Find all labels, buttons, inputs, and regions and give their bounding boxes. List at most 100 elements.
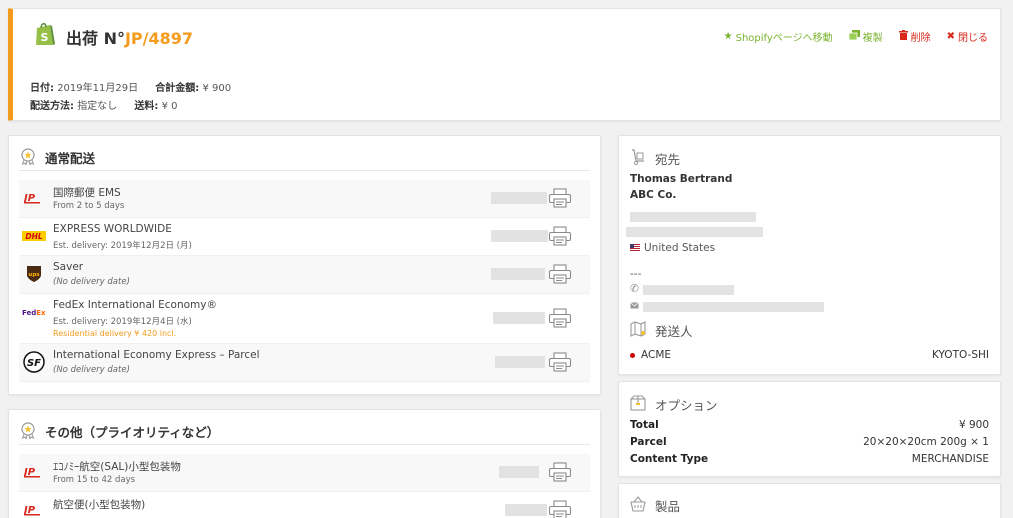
option-value: 20×20×20cm 200g × 1 [863,436,989,448]
sf-express-logo-icon: SF [21,351,47,373]
japan-post-logo-icon: JP [21,502,47,518]
option-row: Total ¥ 900 [630,419,989,431]
products-header: 製品 [629,493,990,518]
option-value: MERCHANDISE [911,453,989,465]
shipping-option-row[interactable]: ups Saver (No delivery date) [19,256,590,294]
products-card: 製品 [618,483,1001,518]
delivery-estimate: (No delivery date) [53,277,130,287]
options-card: オプション Total ¥ 900 Parcel 20×20×20cm 200g × … [618,381,1001,477]
shipping-option-row[interactable]: JP 航空便(小型包装物) [19,492,590,518]
option-key: Content Type [630,453,709,465]
other-shipping-header: その他（プライオリティなど） [19,419,590,445]
us-flag-icon [630,242,640,254]
phone-icon: ✆ [630,283,639,295]
sender-row: ACME KYOTO-SHI [630,349,989,361]
service-name: FedEx International Economy® [53,299,217,311]
method-shipping-line: 配送方法: 指定なし 送料: ¥ 0 [30,101,178,112]
redacted-price [491,192,547,204]
package-icon [629,394,647,415]
ups-logo-icon: ups [21,266,47,282]
svg-text:S: S [41,31,49,44]
hand-truck-icon [629,148,647,169]
sender-header: 発送人 [629,317,990,343]
delivery-estimate: Est. delivery: 2019年12月4日 (水) [53,317,192,327]
svg-text:SF: SF [27,358,41,369]
map-icon [629,320,647,341]
delivery-estimate: (No delivery date) [53,365,130,375]
delivery-estimate: From 15 to 42 days [53,475,136,485]
svg-text:ups: ups [28,272,40,278]
page-title: 出荷 N°JP/4897 [66,29,194,48]
shipping-option-row[interactable]: JP 国際郵便 EMS From 2 to 5 days [19,180,590,218]
address-card: 宛先 Thomas Bertrand ABC Co. United States… [618,135,1001,375]
shipment-header: S 出荷 N°JP/4897 ★ Shopifyページへ移動 複製 削除 ✖ 閉… [8,8,1001,121]
delivery-estimate: Est. delivery: 2019年12月2日 (月) [53,241,192,251]
service-name: 国際郵便 EMS [53,187,121,199]
print-label-icon[interactable] [548,462,572,485]
shipping-option-row[interactable]: SF International Economy Express – Parcel… [19,344,590,382]
other-shipping-card: その他（プライオリティなど） JP ｴｺﾉﾐｰ航空(SAL)小型包装物 From 1… [8,409,601,518]
shipping-option-row[interactable]: DHL EXPRESS WORLDWIDE Est. delivery: 2019年… [19,218,590,256]
award-icon [19,147,37,168]
delete-button[interactable]: 削除 [898,29,931,44]
redacted-price [499,466,539,478]
redacted-address-line [626,227,763,237]
duplicate-button[interactable]: 複製 [848,29,883,44]
other-shipping-list: JP ｴｺﾉﾐｰ航空(SAL)小型包装物 From 15 to 42 days JP 航… [19,454,590,518]
option-value: ¥ 900 [958,419,989,431]
go-to-shopify-link[interactable]: ★ Shopifyページへ移動 [724,29,833,44]
redacted-phone [643,285,734,295]
trash-icon [898,30,908,43]
recipient-extra: --- [630,268,642,280]
standard-shipping-list: JP 国際郵便 EMS From 2 to 5 days DHL EXPRESS WOR… [19,180,590,382]
header-actions: ★ Shopifyページへ移動 複製 削除 ✖ 閉じる [724,29,988,44]
jp-flag-icon [630,352,635,358]
redacted-price [505,504,547,516]
basket-icon [629,495,647,516]
recipient-country: United States [630,242,989,254]
japan-post-logo-icon: JP [21,464,47,480]
close-button[interactable]: ✖ 閉じる [947,29,988,44]
redacted-address-line [630,212,756,222]
mail-icon [630,300,639,312]
copy-icon [848,30,860,43]
japan-post-logo-icon: JP [21,190,47,206]
shopify-logo-icon: S [33,21,57,50]
print-label-icon[interactable] [548,188,572,211]
standard-shipping-header: 通常配送 [19,145,590,171]
destination-header: 宛先 [629,145,990,171]
print-label-icon[interactable] [548,264,572,287]
close-icon: ✖ [946,31,955,42]
option-key: Total [630,419,659,431]
redacted-email [643,302,824,312]
shipping-option-row[interactable]: FedEx FedEx International Economy® Est. de… [19,294,590,344]
standard-shipping-card: 通常配送 JP 国際郵便 EMS From 2 to 5 days DHL EXPRES… [8,135,601,395]
svg-text:FedEx: FedEx [22,309,46,317]
redacted-price [491,268,545,280]
date-total-line: 日付: 2019年11月29日 合計金額: ¥ 900 [30,83,232,94]
service-name: International Economy Express – Parcel [53,349,260,361]
service-name: ｴｺﾉﾐｰ航空(SAL)小型包装物 [53,461,181,473]
option-row: Content Type MERCHANDISE [630,453,989,465]
redacted-price [493,312,545,324]
option-row: Parcel 20×20×20cm 200g × 1 [630,436,989,448]
recipient-name: Thomas Bertrand [630,173,733,185]
options-header: オプション [629,391,990,417]
redacted-price [495,356,545,368]
surcharge-note: Residential delivery ¥ 420 incl. [53,329,177,338]
svg-text:DHL: DHL [25,232,43,241]
service-name: EXPRESS WORLDWIDE [53,223,172,235]
award-icon [19,421,37,442]
service-name: Saver [53,261,84,273]
print-label-icon[interactable] [548,500,572,518]
shipping-option-row[interactable]: JP ｴｺﾉﾐｰ航空(SAL)小型包装物 From 15 to 42 days [19,454,590,492]
recipient-company: ABC Co. [630,189,677,201]
dhl-logo-icon: DHL [21,228,47,244]
print-label-icon[interactable] [548,308,572,331]
star-icon: ★ [723,31,733,42]
redacted-price [491,230,548,242]
print-label-icon[interactable] [548,352,572,375]
order-number: JP/4897 [124,29,194,48]
print-label-icon[interactable] [548,226,572,249]
fedex-logo-icon: FedEx [21,304,47,320]
